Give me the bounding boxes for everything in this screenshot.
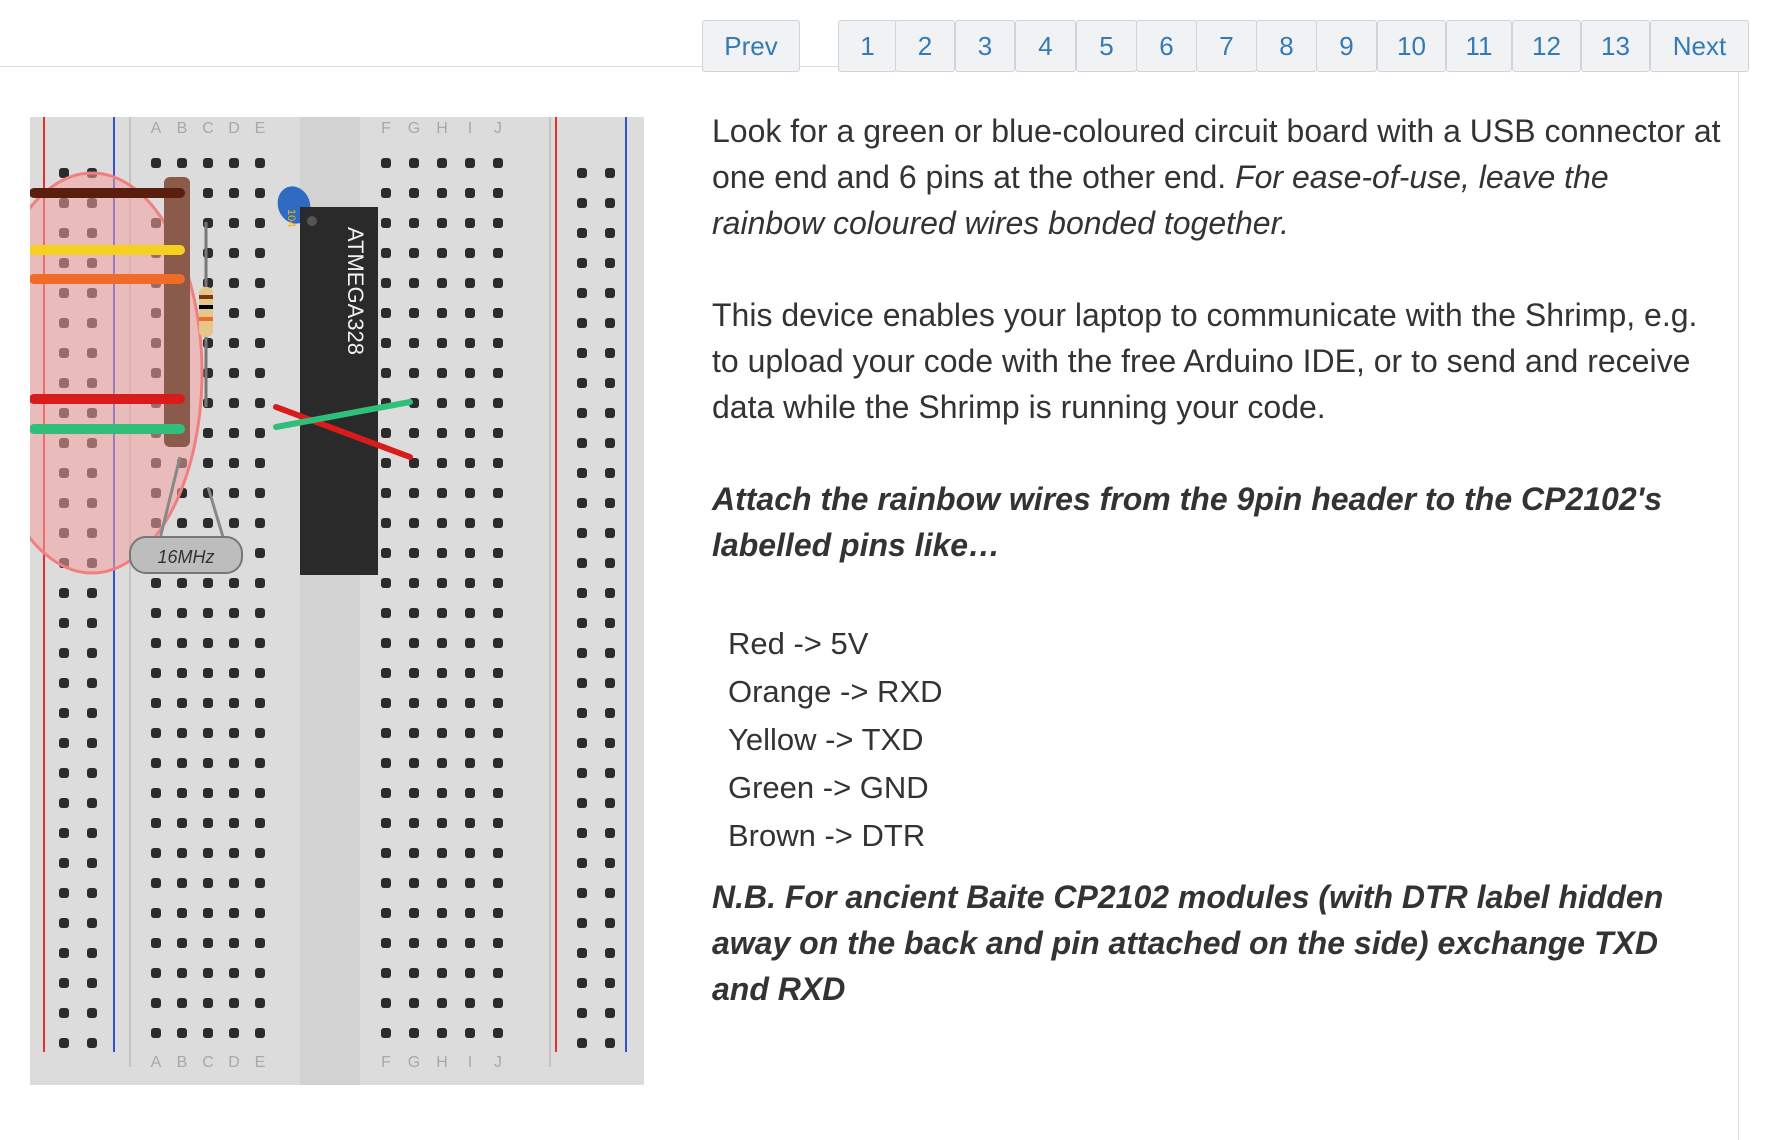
page-11-button[interactable]: 11	[1446, 20, 1512, 72]
list-item: Red -> 5V	[728, 626, 869, 661]
crystal-label: 16MHz	[157, 547, 214, 567]
prev-button[interactable]: Prev	[702, 20, 800, 72]
list-item: Yellow -> TXD	[728, 722, 924, 757]
svg-text:E: E	[255, 120, 266, 137]
svg-text:D: D	[228, 1054, 240, 1071]
resistor	[199, 287, 213, 337]
page-1-button[interactable]: 1	[838, 20, 897, 72]
svg-text:B: B	[177, 120, 188, 137]
page-12-button[interactable]: 12	[1512, 20, 1581, 72]
svg-text:F: F	[381, 120, 391, 137]
page-6-button[interactable]: 6	[1136, 20, 1197, 72]
panel-right-border	[1738, 66, 1739, 1140]
svg-text:104: 104	[285, 209, 297, 227]
svg-text:I: I	[468, 120, 472, 137]
svg-text:H: H	[436, 120, 448, 137]
svg-text:E: E	[255, 1054, 266, 1071]
intro-paragraph: Look for a green or blue-coloured circui…	[712, 108, 1722, 246]
svg-text:F: F	[381, 1054, 391, 1071]
chip-label: ATMEGA328	[343, 227, 368, 355]
page-4-button[interactable]: 4	[1015, 20, 1076, 72]
page-13-button[interactable]: 13	[1581, 20, 1650, 72]
svg-text:J: J	[494, 120, 502, 137]
instructions: Look for a green or blue-coloured circui…	[712, 108, 1722, 1012]
svg-text:A: A	[151, 1054, 162, 1071]
svg-text:C: C	[202, 1054, 214, 1071]
list-item: Orange -> RXD	[728, 674, 943, 709]
list-item: Brown -> DTR	[728, 818, 926, 853]
breadboard-diagram: A B C D E F G H I JA B C D E F G H I J 16MHz 104 ATMEGA328	[30, 117, 644, 1085]
svg-text:G: G	[408, 1054, 420, 1071]
svg-text:D: D	[228, 120, 240, 137]
page-3-button[interactable]: 3	[955, 20, 1015, 72]
page-10-button[interactable]: 10	[1377, 20, 1446, 72]
svg-text:I: I	[468, 1054, 472, 1071]
svg-text:G: G	[408, 120, 420, 137]
page-5-button[interactable]: 5	[1076, 20, 1137, 72]
next-button[interactable]: Next	[1650, 20, 1749, 72]
page-7-button[interactable]: 7	[1196, 20, 1257, 72]
svg-text:B: B	[177, 1054, 188, 1071]
purpose-paragraph: This device enables your laptop to commu…	[712, 297, 1698, 425]
wire-mapping-list: Red -> 5V Orange -> RXD Yellow -> TXD Gr…	[712, 620, 1722, 860]
svg-text:A: A	[151, 120, 162, 137]
nb-note: N.B. For ancient Baite CP2102 modules (w…	[712, 879, 1664, 1007]
pin-header	[164, 177, 190, 447]
attach-heading: Attach the rainbow wires from the 9pin h…	[712, 481, 1663, 563]
svg-text:J: J	[494, 1054, 502, 1071]
page-2-button[interactable]: 2	[895, 20, 955, 72]
page-9-button[interactable]: 9	[1316, 20, 1377, 72]
svg-text:C: C	[202, 120, 214, 137]
page-8-button[interactable]: 8	[1256, 20, 1317, 72]
list-item: Green -> GND	[728, 770, 929, 805]
svg-text:H: H	[436, 1054, 448, 1071]
